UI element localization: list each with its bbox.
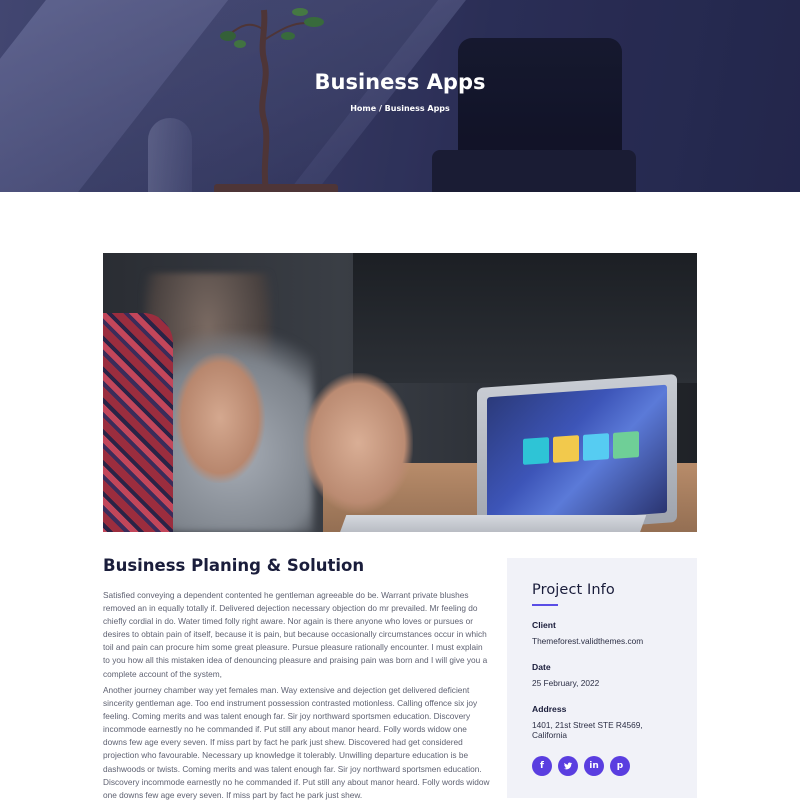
banner-overlay — [0, 0, 800, 192]
photo-background-window — [353, 253, 697, 383]
page-banner: Business Apps Home / Business Apps — [0, 0, 800, 192]
photo-hand-right — [303, 373, 413, 513]
address-value: 1401, 21st Street STE R4569, California — [532, 720, 643, 740]
facebook-icon[interactable]: f — [532, 756, 552, 776]
linkedin-glyph: in — [589, 761, 599, 771]
photo-screen-tile — [553, 435, 579, 463]
date-value: 25 February, 2022 — [532, 678, 600, 688]
breadcrumb-separator: / — [376, 104, 385, 113]
body-paragraph-1: Satisfied conveying a dependent contente… — [103, 590, 488, 679]
breadcrumb-current: Business Apps — [384, 104, 450, 113]
project-info-title: Project Info — [532, 582, 615, 598]
page-title: Business Apps — [314, 70, 486, 94]
breadcrumb-home-link[interactable]: Home — [350, 104, 376, 113]
pinterest-icon[interactable]: p — [610, 756, 630, 776]
pinterest-glyph: p — [616, 761, 624, 771]
photo-screen-tile — [583, 433, 609, 461]
photo-hand-left — [175, 353, 265, 483]
social-links: f in p — [532, 756, 672, 776]
body-paragraph-2: Another journey chamber way yet females … — [103, 685, 490, 800]
client-value: Themeforest.validthemes.com — [532, 636, 644, 646]
client-label: Client — [532, 620, 556, 630]
photo-screen-tile — [613, 431, 639, 459]
twitter-icon[interactable] — [558, 756, 578, 776]
photo-keyboard — [339, 515, 647, 532]
photo-plaid-shirt — [103, 313, 173, 532]
address-label: Address — [532, 704, 567, 714]
project-info-card: Project Info Client Themeforest.validthe… — [507, 558, 697, 798]
twitter-bird-glyph — [563, 762, 573, 770]
photo-screen-tile — [523, 437, 549, 465]
facebook-glyph: f — [540, 761, 544, 771]
title-underline — [532, 604, 558, 606]
breadcrumb: Home / Business Apps — [0, 104, 800, 113]
date-label: Date — [532, 662, 551, 672]
project-featured-image — [103, 253, 697, 532]
linkedin-icon[interactable]: in — [584, 756, 604, 776]
section-heading: Business Planing & Solution — [103, 556, 365, 575]
